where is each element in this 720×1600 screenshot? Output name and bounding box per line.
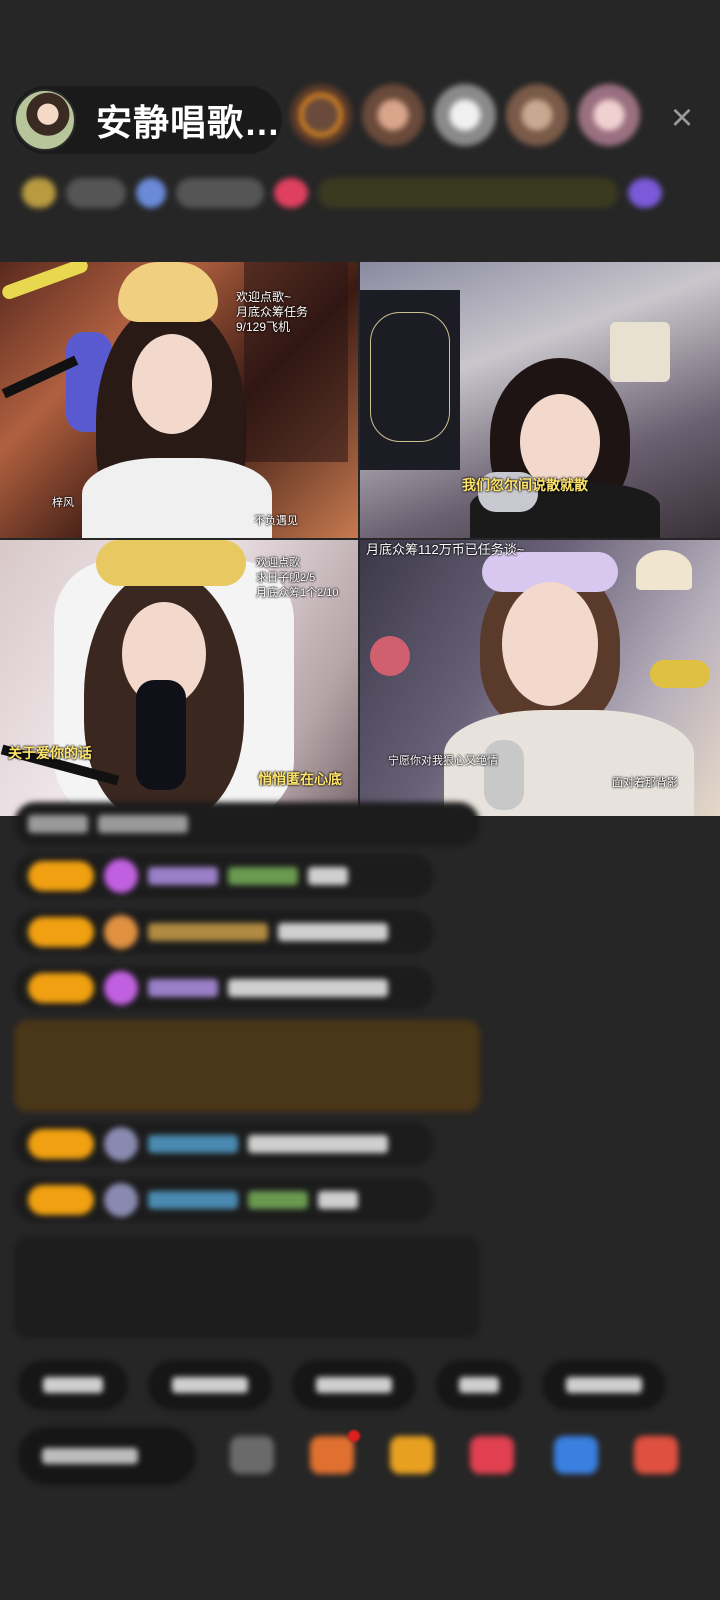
viewer-avatar[interactable] [506,84,568,146]
quick-reply-chip[interactable] [148,1360,272,1410]
gift-icon[interactable] [634,1436,678,1474]
tile-overlay-text: 欢迎点歌~ 月底众筹任务 9/129飞机 [236,290,309,334]
quick-reply-chip[interactable] [18,1360,128,1410]
quick-reply-chips [18,1360,720,1412]
guest-video-tile[interactable]: 月底众筹112万币已任务谈~ 宁愿你对我狠心又绝情 面对着那背影 [360,540,720,816]
quick-reply-chip[interactable] [292,1360,416,1410]
top-viewers-list [290,84,640,146]
treasure-icon[interactable] [390,1436,434,1474]
system-notice-message [14,1236,480,1338]
tile-overlay-text: 欢迎点歌 求日子舰2/5 月底众筹1个2/10 [256,557,339,599]
chat-message[interactable] [14,802,480,846]
host-name[interactable]: 安静唱歌… [96,94,281,146]
close-icon[interactable]: × [664,99,700,137]
emoji-icon[interactable] [230,1436,274,1474]
bottom-action-bar [18,1426,718,1486]
lyrics-caption-left: 关于爱你的话 [8,745,92,761]
notification-dot [348,1430,360,1442]
lyrics-caption-right: 悄悄匿在心底 [258,771,342,787]
tile-top-text: 月底众筹112万币已任务谈~ [366,542,525,557]
viewer-avatar[interactable] [434,84,496,146]
guest-video-tile[interactable]: 欢迎点歌~ 月底众筹任务 9/129飞机 梓风 不负遇见 [0,262,358,538]
tile-caption-left: 梓风 [52,497,74,509]
host-avatar[interactable] [14,89,76,151]
chat-message[interactable] [14,910,434,954]
viewer-avatar[interactable] [578,84,640,146]
chat-message[interactable] [14,854,434,898]
guest-video-tile[interactable]: 欢迎点歌 求日子舰2/5 月底众筹1个2/10 关于爱你的话 悄悄匿在心底 [0,540,358,816]
viewer-avatar[interactable] [362,84,424,146]
guest-video-tile[interactable]: 我们忽尔间说散就散 [360,262,720,538]
live-room-screen: 安静唱歌… × 欢迎点歌~ 月底众筹任务 9/129飞机 梓风 不负遇见 我们忽… [0,0,720,1600]
chat-message[interactable] [14,1122,434,1166]
quick-reply-chip[interactable] [436,1360,522,1410]
game-icon[interactable] [470,1436,514,1474]
host-info-pill[interactable]: 安静唱歌… [12,86,282,154]
chat-message[interactable] [14,1178,434,1222]
share-icon[interactable] [554,1436,598,1474]
viewer-avatar[interactable] [290,84,352,146]
gift-box-icon[interactable] [310,1436,354,1474]
lyrics-caption: 宁愿你对我狠心又绝情 [388,755,498,767]
chat-input-field[interactable] [18,1427,196,1485]
lyrics-caption: 我们忽尔间说散就散 [462,477,588,493]
chat-highlight-message[interactable] [14,1020,480,1112]
multi-guest-video-grid: 欢迎点歌~ 月底众筹任务 9/129飞机 梓风 不负遇见 我们忽尔间说散就散 欢… [0,262,720,816]
room-badges-row[interactable] [22,170,702,216]
chat-message[interactable] [14,966,434,1010]
tile-caption-right: 不负遇见 [254,515,298,527]
tile-caption-right: 面对着那背影 [612,777,678,789]
quick-reply-chip[interactable] [542,1360,666,1410]
